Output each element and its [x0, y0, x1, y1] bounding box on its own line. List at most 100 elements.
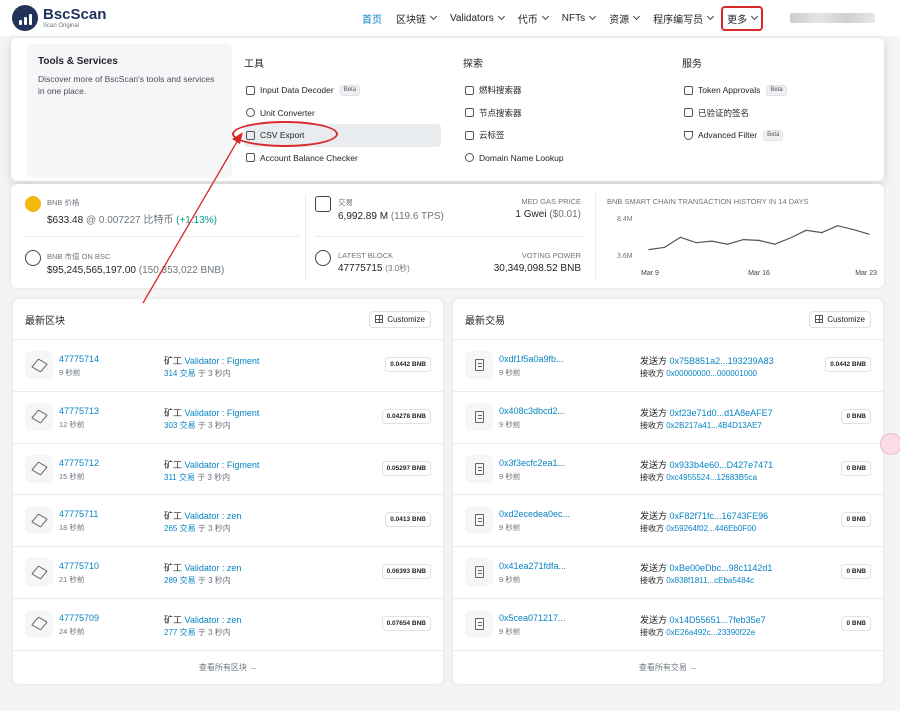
validator-link[interactable]: Validator : Figment [185, 408, 260, 418]
nav-item-5[interactable]: 资源 [609, 11, 641, 26]
block-cube-icon [25, 609, 53, 638]
transaction-row: 0x3f3ecfc2ea1... 9 秒前 发送方 0x933b4e60...D42… [453, 444, 883, 496]
block-txs-link[interactable]: 303 交易 [164, 421, 196, 430]
to-address-link[interactable]: 0x00000000...000001000 [666, 369, 757, 378]
block-number-link[interactable]: 47775713 [59, 406, 99, 416]
menu-csv-export[interactable]: CSV Export [232, 121, 441, 147]
tx-hash-link[interactable]: 0xdf1f5a0a9fb... [499, 354, 564, 364]
tx-amount-badge: 0.0442 BNB [825, 357, 871, 372]
tools-services-desc: Discover more of BscScan's tools and ser… [38, 74, 215, 96]
nav-item-3[interactable]: 代币 [518, 11, 549, 26]
menu-domain-name-lookup[interactable]: Domain Name Lookup [463, 147, 564, 170]
transaction-doc-icon [465, 351, 493, 379]
menu-label-cloud[interactable]: 云标签 [463, 124, 564, 147]
customize-blocks-button[interactable]: Customize [369, 310, 431, 328]
signature-icon [684, 108, 693, 118]
block-txs-link[interactable]: 311 交易 [164, 473, 195, 482]
block-cube-icon [25, 506, 53, 535]
data-point [821, 232, 823, 234]
menu-verified-signatures[interactable]: 已验证的签名 [682, 102, 787, 125]
tx-age: 9 秒前 [499, 523, 521, 533]
block-txs-link[interactable]: 277 交易 [164, 628, 196, 637]
transaction-row: 0x41ea271fdfa... 9 秒前 发送方 0xBe00eDbc...98c… [453, 547, 883, 599]
to-address-link[interactable]: 0x838f1811...cEba5484c [666, 576, 754, 585]
to-address-link[interactable]: 0xc4955524...12683B5ca [666, 473, 757, 482]
tx-hash-link[interactable]: 0x5cea071217... [499, 613, 566, 623]
user-account-blurred[interactable] [790, 13, 875, 23]
validator-link[interactable]: Validator : zen [185, 563, 242, 573]
nav-more-menu[interactable]: 更多 [721, 5, 764, 31]
tx-hash-link[interactable]: 0x3f3ecfc2ea1... [499, 458, 565, 468]
block-age: 24 秒前 [59, 626, 85, 636]
x-tick-label: Mar 9 [641, 270, 659, 277]
nav-item-6[interactable]: 程序编写员 [653, 11, 715, 26]
validator-link[interactable]: Validator : zen [185, 615, 242, 625]
bscscan-logo[interactable]: BscScan Scan Original [12, 5, 106, 31]
validator-link[interactable]: Validator : zen [185, 511, 242, 521]
menu-account-balance-checker[interactable]: Account Balance Checker [244, 147, 441, 170]
block-number-link[interactable]: 47775712 [59, 458, 99, 468]
to-address-link[interactable]: 0xE26a492c...23390f22e [666, 628, 755, 637]
from-address-link[interactable]: 0xf23e71d0...d1A8eAFE7 [670, 408, 773, 418]
block-txs-link[interactable]: 289 交易 [164, 576, 196, 585]
tx-hash-link[interactable]: 0x408c3dbcd2... [499, 406, 565, 416]
block-cube-icon [25, 402, 53, 431]
block-number-link[interactable]: 47775710 [59, 561, 99, 571]
from-address-link[interactable]: 0x933b4e60...D427e7471 [670, 460, 774, 470]
transaction-doc-icon [465, 558, 493, 587]
nav-item-1[interactable]: 区块链 [396, 11, 438, 26]
to-address-link[interactable]: 0x59264f02...446Eb0F00 [666, 524, 756, 533]
floating-helper-button[interactable] [880, 433, 900, 455]
block-cube-icon [25, 454, 53, 483]
block-row: 47775709 24 秒前 矿工 Validator : zen 277 交易 于 … [13, 599, 443, 651]
from-address-link[interactable]: 0xF82f71fc...16743FE96 [670, 511, 769, 521]
menu-token-approvals[interactable]: Token Approvals Beta [682, 79, 787, 102]
menu-node-tracker[interactable]: 节点搜索器 [463, 102, 564, 125]
search-icon [465, 153, 474, 163]
block-number-link[interactable]: 47775709 [59, 613, 99, 623]
block-row: 47775713 12 秒前 矿工 Validator : Figment 303 交… [13, 392, 443, 444]
tx-age: 9 秒前 [499, 575, 521, 585]
to-address-link[interactable]: 0x2B217a41...4B4D13AE7 [666, 421, 762, 430]
validator-link[interactable]: Validator : Figment [185, 460, 260, 470]
chevron-down-icon [707, 12, 715, 21]
nav-item-4[interactable]: NFTs [562, 13, 597, 24]
services-column-title: 服务 [682, 59, 702, 70]
gas-pump-icon [465, 85, 474, 95]
view-all-blocks-link[interactable]: 查看所有区块 → [13, 650, 443, 684]
gas-price-value[interactable]: 1 Gwei ($0.01) [515, 209, 581, 220]
from-address-link[interactable]: 0x75B851a2...193239A83 [670, 356, 774, 366]
data-point [758, 239, 760, 241]
x-tick-label: Mar 16 [748, 270, 770, 277]
services-column: 服务 Token Approvals Beta 已验证的签名 Advanced … [682, 55, 787, 147]
block-txs-link[interactable]: 265 交易 [164, 524, 196, 533]
server-icon [465, 108, 474, 118]
from-address-link[interactable]: 0xBe00eDbc...98c1142d1 [670, 563, 773, 573]
transactions-value[interactable]: 6,992.89 M (119.6 TPS) [338, 211, 444, 222]
from-address-link[interactable]: 0x14D55651...7feb35e7 [670, 615, 766, 625]
view-all-transactions-link[interactable]: 查看所有交易 → [453, 650, 883, 684]
transaction-doc-icon [465, 506, 493, 535]
nav-item-2[interactable]: Validators [450, 13, 505, 24]
block-number-link[interactable]: 47775711 [59, 509, 98, 519]
latest-block-value[interactable]: 47775715 (3.0秒) [338, 263, 410, 274]
block-reward-badge: 0.07654 BNB [381, 615, 431, 631]
shield-icon [684, 85, 693, 95]
customize-transactions-button[interactable]: Customize [809, 310, 871, 328]
block-number-link[interactable]: 47775714 [59, 354, 99, 364]
menu-gas-tracker[interactable]: 燃料搜索器 [463, 79, 564, 102]
menu-advanced-filter[interactable]: Advanced Filter Beta [682, 124, 787, 147]
tx-amount-badge: 0 BNB [841, 564, 871, 580]
validator-link[interactable]: Validator : Figment [185, 356, 260, 366]
menu-input-data-decoder[interactable]: Input Data Decoder Beta [244, 79, 441, 102]
data-point [711, 240, 713, 242]
document-icon [246, 153, 255, 163]
block-cube-icon [25, 351, 53, 379]
top-navbar: BscScan Scan Original 首页 区块链 Validators 代币 N… [0, 0, 900, 36]
latest-transactions-title: 最新交易 [465, 315, 505, 327]
nav-item-0[interactable]: 首页 [362, 11, 382, 26]
tx-hash-link[interactable]: 0xd2ecedea0ec... [499, 509, 570, 519]
block-row: 47775712 15 秒前 矿工 Validator : Figment 311 交… [13, 444, 443, 496]
tx-hash-link[interactable]: 0x41ea271fdfa... [499, 561, 566, 571]
block-txs-link[interactable]: 314 交易 [164, 369, 196, 378]
